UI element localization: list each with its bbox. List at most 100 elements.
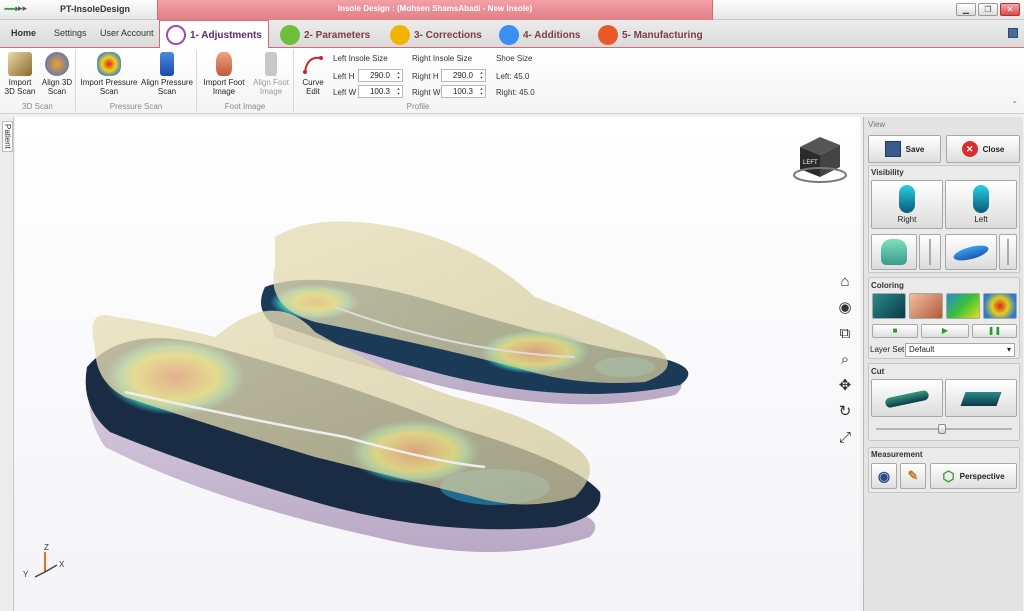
ribbon-panel: Import 3D Scan Align 3D Scan 3D Scan Imp…	[0, 48, 1024, 114]
axis-z-label: Z	[44, 543, 49, 552]
left-w-label: Left W	[333, 88, 357, 97]
home-view-icon[interactable]: ⌂	[836, 273, 854, 291]
tab-corrections[interactable]: 3- Corrections	[390, 22, 482, 48]
context-title: Insole Design : (Mohsen ShamsAbadi - New…	[157, 0, 713, 20]
ruler-icon: ✎	[907, 468, 919, 483]
curve-edit-button[interactable]: Curve Edit	[298, 52, 328, 96]
group-label-foot-image: Foot Image	[224, 102, 266, 111]
3d-viewport[interactable]: LEFT Z Y X	[15, 117, 860, 611]
insole-icon	[952, 242, 990, 264]
tab-settings[interactable]: Settings	[54, 28, 87, 38]
visibility-title: Visibility	[871, 168, 904, 177]
coloring-height-button[interactable]	[946, 293, 980, 319]
cut-title: Cut	[871, 367, 885, 376]
rotate-icon[interactable]: ↻	[836, 403, 854, 421]
quick-access-icon[interactable]: ▸▸	[18, 3, 27, 14]
foot-scan-visibility-button[interactable]	[871, 234, 917, 270]
tab-user-account[interactable]: User Account	[100, 28, 154, 38]
cut-front-button[interactable]	[871, 379, 943, 417]
right-h-spinner[interactable]: 290.0	[441, 69, 486, 82]
corrections-icon	[390, 25, 410, 45]
tab-additions-label: 4- Additions	[523, 29, 581, 41]
axis-x-label: X	[59, 560, 65, 569]
pause-button[interactable]: ❚❚	[972, 324, 1017, 338]
coloring-pressure-button[interactable]	[983, 293, 1017, 319]
cut-front-icon	[884, 389, 930, 409]
insole-visibility-button[interactable]	[945, 234, 997, 270]
measure-view-button[interactable]: ◉	[871, 463, 897, 489]
insole-3d-scene[interactable]: LEFT Z Y X	[15, 117, 860, 611]
group-profile: Curve Edit Left Insole Size Left H 290.0…	[294, 50, 542, 112]
insole-opacity-slider[interactable]	[999, 234, 1017, 270]
cut-side-button[interactable]	[945, 379, 1017, 417]
gear-icon	[166, 25, 186, 45]
pressure-heat-icon	[97, 52, 121, 76]
tab-manufacturing-label: 5- Manufacturing	[622, 29, 703, 41]
right-w-spinner[interactable]: 100.3	[441, 85, 486, 98]
align-pressure-scan-button[interactable]: Align Pressure Scan	[138, 52, 196, 96]
tab-corrections-label: 3- Corrections	[414, 29, 482, 41]
tab-manufacturing[interactable]: 5- Manufacturing	[598, 22, 703, 48]
shoe-size-right: Right: 45.0	[496, 88, 535, 97]
foot-scan-opacity-slider[interactable]	[919, 234, 941, 270]
fit-all-icon[interactable]: ⤢	[836, 429, 854, 447]
coloring-title: Coloring	[871, 281, 904, 290]
align-3d-scan-button[interactable]: Align 3D Scan	[40, 52, 74, 96]
group-label-3d-scan: 3D Scan	[22, 102, 53, 111]
tab-parameters-label: 2- Parameters	[304, 29, 371, 41]
stop-button[interactable]: ■	[872, 324, 918, 338]
foot-mesh-icon	[881, 239, 907, 265]
import-scan-icon	[8, 52, 32, 76]
measurement-title: Measurement	[871, 450, 923, 459]
title-bar: ⟿ ▸▸ PT-InsoleDesign Insole Design : (Mo…	[0, 0, 1024, 20]
restore-icon[interactable]: ❐	[978, 3, 998, 16]
left-foot-icon	[973, 185, 989, 213]
view-panel: View Save ✕ Close Visibility Right Left …	[863, 117, 1023, 611]
view-cube[interactable]: LEFT	[793, 137, 847, 183]
right-visibility-button[interactable]: Right	[871, 180, 943, 229]
left-visibility-button[interactable]: Left	[945, 180, 1017, 229]
import-foot-image-button[interactable]: Import Foot Image	[201, 52, 247, 96]
left-w-spinner[interactable]: 100.3	[358, 85, 403, 98]
axis-triad: Z Y X	[23, 543, 65, 579]
look-icon[interactable]: ◉	[836, 299, 854, 317]
quick-save-icon[interactable]	[1008, 28, 1018, 38]
zoom-icon[interactable]: ⌕	[836, 351, 854, 369]
coloring-skin-button[interactable]	[909, 293, 943, 319]
left-h-spinner[interactable]: 290.0	[358, 69, 403, 82]
measure-tool-button[interactable]: ✎	[900, 463, 926, 489]
layer-set-select[interactable]: Default	[905, 343, 1015, 357]
patient-tab[interactable]: Patient	[2, 121, 13, 152]
pan-icon[interactable]: ✥	[836, 377, 854, 395]
tab-additions[interactable]: 4- Additions	[499, 22, 580, 48]
manufacturing-icon	[598, 25, 618, 45]
close-icon[interactable]: ✕	[1000, 3, 1020, 16]
tab-home[interactable]: Home	[11, 28, 36, 38]
play-button[interactable]: ▶	[921, 324, 969, 338]
cube-icon: ⬡	[942, 467, 955, 484]
plus-icon	[499, 25, 519, 45]
ribbon-collapse-icon[interactable]: ⌃	[1011, 100, 1018, 109]
panel-title: View	[868, 120, 886, 129]
align-foot-image-button[interactable]: Align Foot Image	[249, 52, 293, 96]
right-foot-icon	[899, 185, 915, 213]
save-button[interactable]: Save	[868, 135, 941, 163]
patient-side-panel: Patient	[0, 117, 14, 611]
import-pressure-scan-button[interactable]: Import Pressure Scan	[80, 52, 138, 96]
right-insole-size-title: Right Insole Size	[412, 54, 473, 63]
foot-image-icon	[216, 52, 232, 76]
tab-adjustments[interactable]: 1- Adjustments	[159, 20, 269, 49]
left-insole-size-title: Left Insole Size	[333, 54, 388, 63]
layer-set-label: Layer Set	[870, 345, 905, 354]
cut-slider-thumb[interactable]	[938, 424, 946, 434]
minimize-icon[interactable]: ▁	[956, 3, 976, 16]
close-button[interactable]: ✕ Close	[946, 135, 1020, 163]
perspective-button[interactable]: ⬡ Perspective	[930, 463, 1017, 489]
zoom-window-icon[interactable]: ⧉	[836, 325, 854, 343]
coloring-solid-button[interactable]	[872, 293, 906, 319]
align-foot-icon	[265, 52, 277, 76]
tab-parameters[interactable]: 2- Parameters	[280, 22, 370, 48]
import-3d-scan-button[interactable]: Import 3D Scan	[4, 52, 36, 96]
floppy-icon	[884, 141, 901, 157]
group-label-pressure-scan: Pressure Scan	[109, 102, 163, 111]
